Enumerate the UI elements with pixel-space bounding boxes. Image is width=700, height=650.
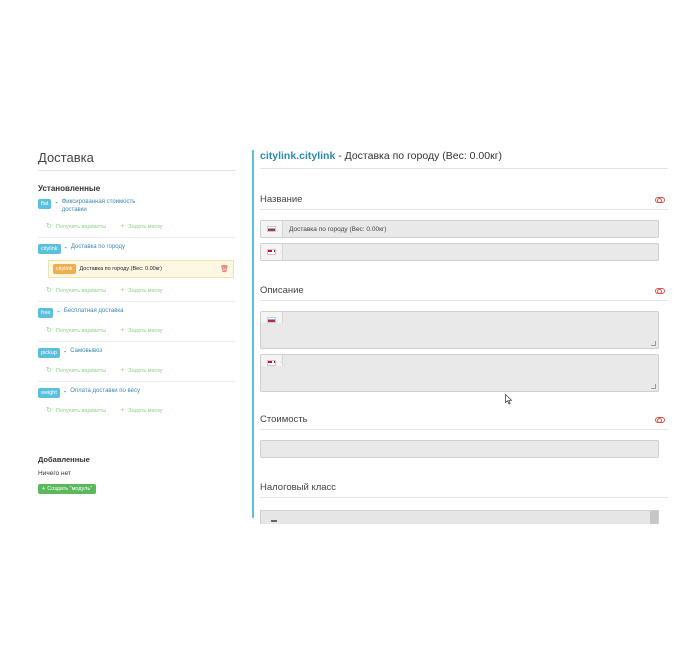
- module-item-flat: flat - Фиксированная стоимость доставки …: [38, 193, 236, 238]
- set-mask-button[interactable]: + Задать маску: [120, 367, 162, 374]
- refresh-icon: ↻: [46, 367, 52, 375]
- module-actions: ↻ Получить варианты + Задать маску: [38, 327, 236, 334]
- name-section: Название Доставка по городу (Вес: 0.00кг…: [260, 194, 668, 261]
- module-code-badge[interactable]: pickup: [38, 348, 60, 359]
- get-variants-button[interactable]: ↻ Получить варианты: [46, 223, 106, 230]
- instance-code-badge: citylink: [53, 264, 76, 275]
- name-ru-value[interactable]: Доставка по городу (Вес: 0.00кг): [283, 221, 658, 237]
- editor-header: citylink.citylink - Доставка по городу (…: [260, 150, 668, 169]
- editor-header-title: - Доставка по городу (Вес: 0.00кг): [335, 150, 503, 162]
- scrollbar[interactable]: [650, 511, 658, 524]
- description-section: Описание: [260, 285, 668, 392]
- flag-ru-icon: [267, 226, 276, 232]
- get-variants-button[interactable]: ↻ Получить варианты: [46, 287, 106, 294]
- module-link[interactable]: Оплата доставки по весу: [70, 388, 140, 396]
- get-variants-button[interactable]: ↻ Получить варианты: [46, 407, 106, 414]
- tax-label: Налоговый класс: [260, 482, 337, 493]
- empty-message: Ничего нет: [38, 470, 71, 478]
- module-link[interactable]: Самовывоз: [70, 348, 102, 356]
- module-item-free: free - Бесплатная доставка ↻ Получить вар…: [38, 302, 236, 343]
- module-item-weight: weight - Оплата доставки по весу ↻ Получи…: [38, 382, 236, 421]
- toggle-icon[interactable]: [655, 416, 665, 423]
- set-mask-button[interactable]: + Задать маску: [120, 287, 162, 294]
- set-mask-button[interactable]: + Задать маску: [120, 407, 162, 414]
- toggle-icon[interactable]: [655, 287, 665, 294]
- plus-icon: +: [120, 223, 125, 230]
- create-module-label: Создать "модуль": [47, 486, 93, 493]
- module-actions: ↻ Получить варианты + Задать маску: [38, 367, 236, 374]
- module-actions: ↻ Получить варианты + Задать маску: [38, 407, 236, 414]
- right-panel: citylink.citylink - Доставка по городу (…: [260, 150, 668, 524]
- name-field-ru[interactable]: Доставка по городу (Вес: 0.00кг): [260, 220, 659, 238]
- flag-gb-icon: [267, 360, 276, 366]
- refresh-icon: ↻: [46, 407, 52, 415]
- added-heading: Добавленные: [38, 455, 90, 465]
- get-variants-button[interactable]: ↻ Получить варианты: [46, 367, 106, 374]
- tax-class-select[interactable]: [260, 510, 659, 524]
- instance-label: Доставка по городу (Вес: 0.00кг): [79, 266, 162, 273]
- module-instance-row[interactable]: citylink Доставка по городу (Вес: 0.00кг…: [48, 260, 234, 279]
- name-field-en[interactable]: [260, 243, 659, 261]
- page-title: Доставка: [38, 150, 236, 171]
- installed-heading: Установленные: [38, 184, 101, 193]
- editor-header-code: citylink.citylink: [260, 150, 336, 162]
- module-actions: ↻ Получить варианты + Задать маску: [38, 223, 236, 230]
- tax-section: Налоговый класс: [260, 482, 668, 524]
- module-code-badge[interactable]: citylink: [38, 244, 61, 255]
- mouse-cursor-icon: [505, 394, 513, 405]
- module-code-badge[interactable]: flat: [38, 199, 52, 210]
- toggle-icon[interactable]: [655, 196, 665, 203]
- refresh-icon: ↻: [46, 287, 52, 295]
- get-variants-button[interactable]: ↻ Получить варианты: [46, 327, 106, 334]
- separator: -: [63, 389, 67, 397]
- set-mask-button[interactable]: + Задать маску: [120, 327, 162, 334]
- left-panel: Доставка Установленные flat - Фиксирован…: [38, 150, 236, 495]
- flag-gb-icon: [267, 249, 276, 255]
- description-field-ru[interactable]: [260, 311, 659, 349]
- module-link[interactable]: Бесплатная доставка: [64, 308, 124, 316]
- plus-icon: +: [120, 367, 125, 375]
- set-mask-button[interactable]: + Задать маску: [120, 223, 162, 230]
- module-link[interactable]: Доставка по городу: [71, 244, 125, 252]
- separator: -: [55, 200, 58, 207]
- resize-handle-icon[interactable]: [651, 341, 656, 346]
- description-field-en[interactable]: [260, 354, 659, 392]
- separator: -: [63, 349, 67, 357]
- plus-icon: +: [120, 327, 125, 335]
- cost-input[interactable]: [260, 440, 659, 458]
- name-en-value[interactable]: [283, 244, 658, 260]
- resize-handle-icon[interactable]: [651, 384, 656, 389]
- name-label: Название: [260, 194, 303, 205]
- trash-icon[interactable]: 🗑: [220, 265, 229, 273]
- plus-icon: +: [120, 287, 125, 295]
- refresh-icon: ↻: [46, 223, 52, 230]
- module-code-badge[interactable]: free: [38, 308, 54, 319]
- module-link[interactable]: Фиксированная стоимость доставки: [62, 199, 142, 214]
- separator: -: [57, 309, 60, 317]
- separator: -: [64, 245, 67, 252]
- module-code-badge[interactable]: weight: [38, 388, 60, 399]
- module-item-pickup: pickup - Самовывоз ↻ Получить варианты + З…: [38, 342, 236, 383]
- plus-icon: +: [42, 486, 46, 493]
- refresh-icon: ↻: [46, 327, 52, 335]
- description-label: Описание: [260, 285, 304, 296]
- flag-ru-icon: [267, 317, 276, 323]
- panel-divider: [252, 150, 254, 518]
- module-actions: ↻ Получить варианты + Задать маску: [38, 287, 236, 294]
- plus-icon: +: [120, 407, 125, 415]
- cost-section: Стоимость: [260, 414, 668, 458]
- select-caret-icon: [271, 520, 277, 522]
- module-item-citylink: citylink - Доставка по городу citylink Д…: [38, 238, 236, 303]
- cost-label: Стоимость: [260, 414, 308, 425]
- create-module-button[interactable]: + Создать "модуль": [38, 484, 97, 495]
